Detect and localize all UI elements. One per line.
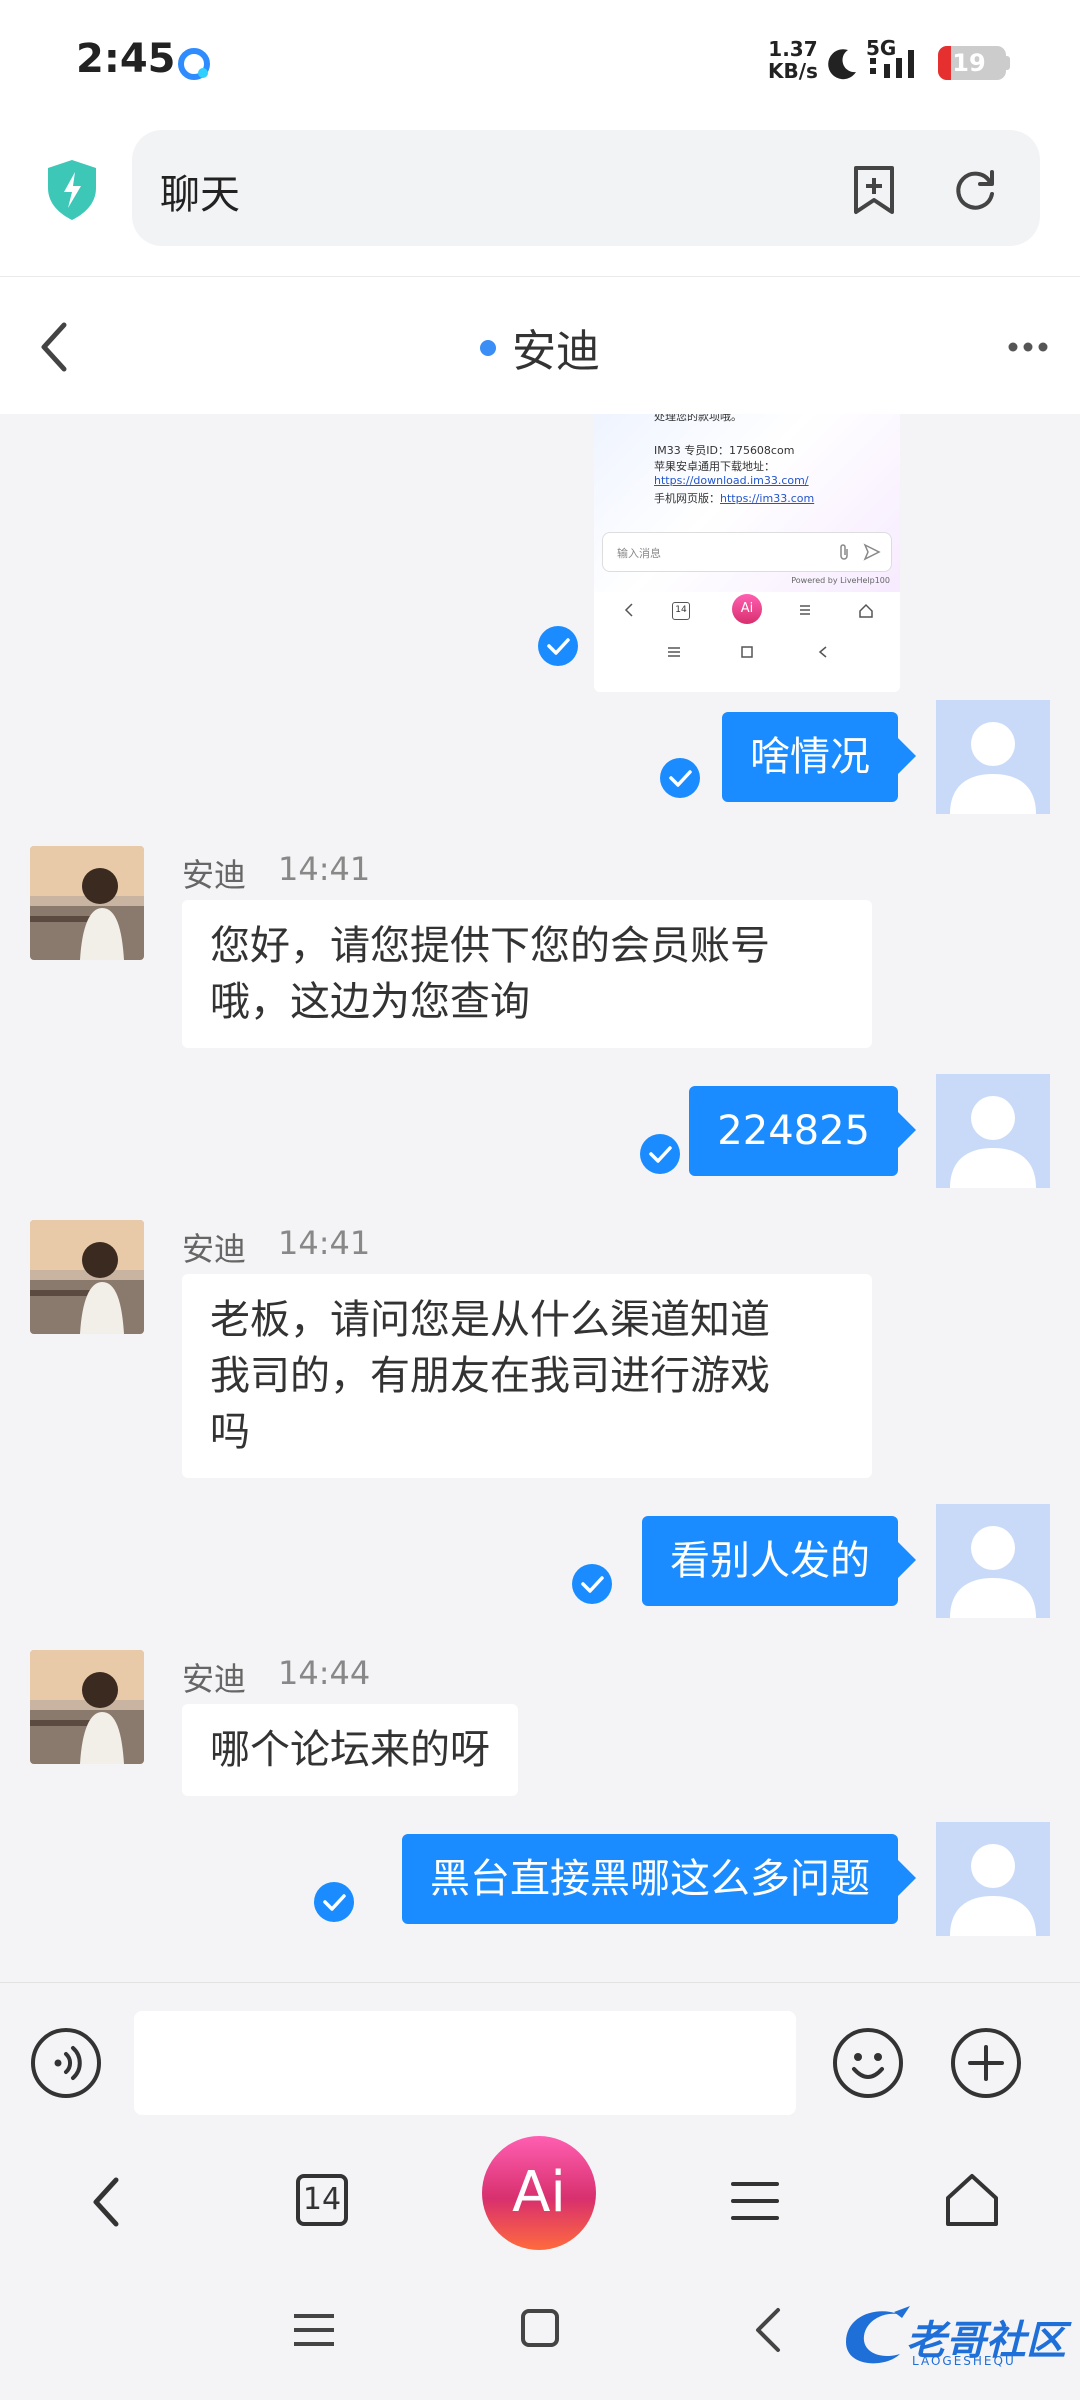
contact-message-bubble[interactable]: 哪个论坛来的呀 [182,1704,518,1796]
online-status-dot [480,340,496,356]
contact-message-bubble[interactable]: 老板，请问您是从什么渠道知道 我司的，有朋友在我司进行游戏 吗 [182,1274,872,1478]
message-line: 吗 [210,1409,250,1455]
message-line: 老板，请问您是从什么渠道知道 [210,1297,770,1343]
home-icon[interactable] [944,2172,1000,2228]
battery-tip [1004,56,1010,70]
my-message-bubble[interactable]: 看别人发的 [642,1516,916,1606]
browser-toolbar: 14 Ai [0,2136,1080,2266]
screenshot-ai-button: Ai [732,594,762,624]
browser-notification-icon [178,48,210,80]
battery-indicator: 19 [938,46,1006,80]
status-time: 2:45 [76,36,176,82]
message-time: 14:41 [278,850,371,888]
do-not-disturb-moon-icon [828,49,856,80]
message-line: 哪个论坛来的呀 [210,1727,490,1773]
dragon-logo-icon [846,2306,910,2364]
message-line: 我司的，有朋友在我司进行游戏 [210,1353,770,1399]
chat-title: 安迪 [0,315,1080,379]
contact-message-bubble[interactable]: 您好，请您提供下您的会员账号 哦，这边为您查询 [182,900,872,1048]
chat-header: 安迪 [0,276,1080,414]
default-user-icon [950,1844,1036,1936]
message-input-bar [0,1982,1080,2142]
contact-avatar-photo [30,1650,144,1764]
message-time: 14:41 [278,1224,371,1262]
sender-name: 安迪 [182,856,247,894]
screenshot-link: https://im33.com [720,492,815,505]
message-line: 哦，这边为您查询 [210,979,530,1025]
my-avatar[interactable] [936,1074,1050,1188]
my-message-bubble[interactable]: 啥情况 [722,712,916,802]
screenshot-text-line: 苹果安卓通用下载地址： [654,460,775,473]
voice-input-icon[interactable] [30,2027,102,2099]
url-text[interactable]: 聊天 [160,162,240,220]
default-user-icon [950,1096,1036,1188]
menu-icon[interactable] [730,2178,780,2224]
read-check-icon [538,626,578,666]
message-input[interactable] [134,2011,796,2115]
shared-screenshot-image[interactable]: 处理您的款项哦。 IM33 专员ID：175608com 苹果安卓通用下载地址：… [594,414,900,692]
system-home-icon[interactable] [520,2308,560,2348]
screenshot-send-icon [863,543,881,561]
url-field[interactable]: 聊天 [132,130,1040,246]
my-message-bubble[interactable]: 黑台直接黑哪这么多问题 [402,1834,916,1924]
screenshot-tab-count: 14 [672,602,690,620]
network-speed: 1.37 KB/s [768,38,818,82]
recent-apps-icon[interactable] [292,2310,336,2350]
emoji-icon[interactable] [832,2027,904,2099]
sender-name: 安迪 [182,1660,247,1698]
screenshot-link: https://download.im33.com/ [654,474,809,487]
watermark-logo: 老哥社区 LAOGESHEQU [836,2296,1066,2376]
contact-avatar[interactable] [30,846,144,960]
screenshot-powered-by: Powered by LiveHelp100 [791,576,890,585]
screenshot-text-line: IM33 专员ID：175608com [654,444,795,457]
contact-avatar[interactable] [30,1220,144,1334]
my-avatar[interactable] [936,1504,1050,1618]
ai-assistant-button[interactable]: Ai [482,2136,596,2250]
network-speed-unit: KB/s [768,59,818,83]
read-check-icon [640,1134,680,1174]
signal-strength-icon [870,50,914,78]
screenshot-input-placeholder: 输入消息 [617,547,661,560]
system-back-icon[interactable] [750,2306,784,2354]
watermark-subtext: LAOGESHEQU [912,2354,1016,2368]
browser-address-bar: 聊天 [0,126,1080,276]
message-line: 您好，请您提供下您的会员账号 [210,923,770,969]
sender-name: 安迪 [182,1230,247,1268]
refresh-icon[interactable] [950,164,1000,214]
status-bar: 2:45 1.37 KB/s 5G 19 [0,0,1080,126]
read-check-icon [314,1882,354,1922]
screenshot-input-box: 输入消息 [602,532,892,572]
default-user-icon [950,722,1036,814]
security-shield-icon[interactable] [44,158,100,222]
screenshot-text-line: 处理您的款项哦。 [654,414,742,423]
screenshot-text-prefix: 手机网页版： [654,492,720,505]
battery-level: 19 [952,49,986,77]
contact-avatar[interactable] [30,1650,144,1764]
read-check-icon [572,1564,612,1604]
screenshot-browser-toolbar: 14 Ai [594,592,900,692]
contact-avatar-photo [30,1220,144,1334]
screenshot-attach-icon [840,544,848,560]
default-user-icon [950,1526,1036,1618]
my-avatar[interactable] [936,700,1050,814]
add-bookmark-icon[interactable] [850,164,898,216]
my-message-bubble[interactable]: 224825 [689,1086,916,1176]
chat-title-text: 安迪 [512,326,600,377]
system-navigation-bar: 老哥社区 LAOGESHEQU [0,2266,1080,2400]
network-speed-value: 1.37 [768,37,818,61]
browser-back-icon[interactable] [86,2172,126,2232]
contact-avatar-photo [30,846,144,960]
add-attachment-icon[interactable] [950,2027,1022,2099]
message-time: 14:44 [278,1654,371,1692]
tabs-count-button[interactable]: 14 [296,2174,348,2226]
more-options-icon[interactable] [1008,339,1048,355]
screenshot-text-line: 手机网页版：https://im33.com [654,490,814,506]
message-list[interactable]: 处理您的款项哦。 IM33 专员ID：175608com 苹果安卓通用下载地址：… [0,414,1080,1982]
my-avatar[interactable] [936,1822,1050,1936]
read-check-icon [660,758,700,798]
